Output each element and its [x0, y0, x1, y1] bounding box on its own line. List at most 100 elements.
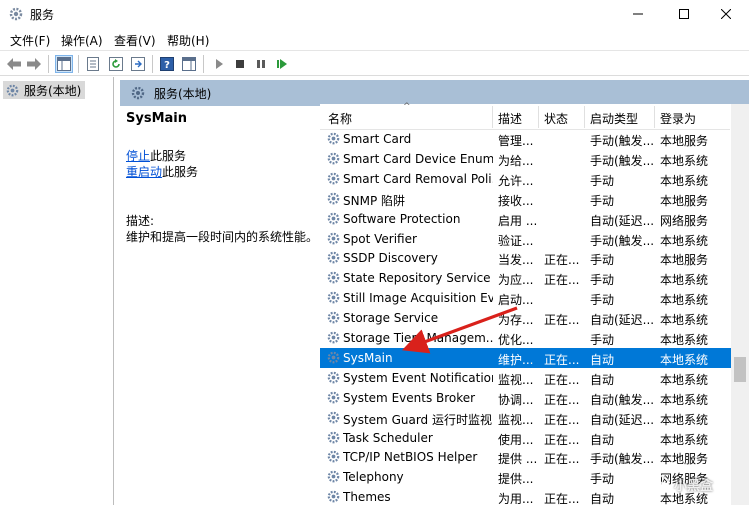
service-description-pane: SysMain 停止此服务 重启动此服务 描述: 维护和提高一段时间内的系统性能… — [120, 106, 318, 505]
service-gear-icon — [326, 171, 341, 186]
service-gear-icon — [326, 350, 341, 365]
service-description-cell: 管理... — [498, 134, 534, 148]
service-logon-cell: 本地系统 — [660, 392, 709, 407]
svg-text:?: ? — [164, 60, 170, 71]
service-row[interactable]: SysMain 维护... 正在... 自动 本地系统 — [320, 347, 732, 368]
service-logon-cell: 本地系统 — [660, 293, 709, 308]
service-name-cell: Storage Service — [343, 311, 439, 326]
stop-service-action: 停止此服务 — [126, 147, 186, 164]
service-startup-cell: 手动 — [590, 333, 615, 347]
watermark-text: 小黑盒 — [674, 479, 714, 494]
service-row[interactable]: Storage Service 为存... 正在... 自动(延迟... 本地系统 — [320, 308, 732, 328]
tree-item-services-local[interactable]: 服务(本地) — [3, 81, 86, 99]
service-logon-cell: 本地系统 — [660, 333, 709, 347]
service-row[interactable]: System Guard 运行时监视... 监视... 正在... 自动(延迟... 本… — [320, 408, 732, 428]
properties-button[interactable] — [84, 55, 102, 73]
scrollbar-thumb[interactable] — [734, 357, 746, 382]
service-gear-icon — [326, 191, 341, 206]
stop-service-link[interactable]: 停止 — [126, 149, 150, 163]
service-startup-cell: 自动(延迟... — [590, 213, 655, 228]
selected-service-name: SysMain — [126, 111, 187, 126]
service-row[interactable]: State Repository Service 为应... 正在... 手动 本地系统 — [320, 268, 732, 288]
column-header-startup-type[interactable]: 启动类型 — [590, 110, 638, 127]
pause-service-button[interactable] — [252, 55, 270, 73]
service-row[interactable]: System Event Notification... 监视... 正在... 自动… — [320, 368, 732, 388]
column-divider[interactable] — [654, 106, 655, 128]
list-header: ^ 名称 描述 状态 启动类型 登录为 — [320, 102, 730, 130]
help-button[interactable]: ? — [158, 55, 176, 73]
service-status-cell: 正在... — [544, 352, 580, 367]
column-header-status[interactable]: 状态 — [544, 110, 568, 127]
maximize-button[interactable] — [661, 0, 707, 28]
minimize-icon — [633, 13, 643, 15]
pause-icon — [257, 60, 265, 68]
minimize-button[interactable] — [615, 0, 661, 28]
back-button[interactable] — [5, 55, 23, 73]
column-divider[interactable] — [584, 106, 585, 128]
service-row[interactable]: Smart Card Device Enum... 为给... 手动(触发... 本地… — [320, 149, 732, 169]
column-header-logon-as[interactable]: 登录为 — [660, 110, 696, 127]
export-list-icon — [131, 57, 145, 71]
service-row[interactable]: Smart Card 管理... 手动(触发... 本地服务 — [320, 129, 732, 149]
service-logon-cell: 本地服务 — [660, 452, 709, 467]
service-gear-icon — [326, 390, 341, 405]
toolbar-separator — [48, 55, 49, 73]
service-row[interactable]: Smart Card Removal Poli... 允许... 手动 本地系统 — [320, 169, 732, 189]
menu-view[interactable]: 查看(V) — [111, 31, 159, 50]
service-name-cell: Storage Tiers Managem... — [343, 331, 493, 345]
restart-service-button[interactable] — [273, 55, 291, 73]
service-row[interactable]: Software Protection 启用 ... 自动(延迟... 网络服务 — [320, 209, 732, 229]
services-gear-icon — [6, 84, 19, 96]
service-startup-cell: 手动 — [590, 173, 615, 188]
service-description-cell: 提供 ... — [498, 452, 538, 467]
column-header-description[interactable]: 描述 — [498, 110, 522, 127]
service-row[interactable]: SNMP 陷阱 接收... 手动 本地服务 — [320, 189, 732, 209]
column-divider[interactable] — [538, 106, 539, 128]
service-row[interactable]: Still Image Acquisition Ev... 启动... 手动 本地系统 — [320, 288, 732, 308]
service-startup-cell: 手动 — [590, 273, 615, 288]
export-list-button[interactable] — [129, 55, 147, 73]
service-startup-cell: 自动 — [590, 432, 615, 447]
service-gear-icon — [326, 410, 341, 425]
service-row[interactable]: SSDP Discovery 当发... 正在... 手动 本地服务 — [320, 248, 732, 268]
show-console-tree-button[interactable] — [55, 55, 73, 73]
service-row[interactable]: TCP/IP NetBIOS Helper 提供 ... 正在... 手动(触发...… — [320, 447, 732, 467]
restart-service-link[interactable]: 重启动 — [126, 165, 162, 179]
title-bar: 服务 — [0, 0, 749, 28]
close-button[interactable] — [703, 0, 749, 28]
service-description-cell: 使用... — [498, 432, 534, 447]
service-status-cell: 正在... — [544, 412, 580, 427]
column-header-name[interactable]: 名称 — [328, 110, 352, 127]
start-service-button[interactable] — [210, 55, 228, 73]
service-row[interactable]: Task Scheduler 使用... 正在... 自动 本地系统 — [320, 428, 732, 448]
service-description-cell: 当发... — [498, 253, 534, 268]
service-gear-icon — [326, 449, 341, 464]
menu-help[interactable]: 帮助(H) — [164, 31, 212, 50]
vertical-scrollbar[interactable] — [731, 104, 749, 505]
service-row[interactable]: Storage Tiers Managem... 优化... 手动 本地系统 — [320, 328, 732, 348]
stop-service-button[interactable] — [231, 55, 249, 73]
service-logon-cell: 本地系统 — [660, 352, 709, 367]
service-description-cell: 启动... — [498, 293, 534, 308]
service-description-cell: 启用 ... — [498, 213, 538, 228]
service-description-cell: 监视... — [498, 412, 534, 427]
service-name-cell: Smart Card Device Enum... — [343, 151, 493, 166]
column-divider[interactable] — [492, 106, 493, 128]
help-icon: ? — [160, 57, 174, 71]
service-row[interactable]: Spot Verifier 验证... 手动(触发... 本地系统 — [320, 229, 732, 249]
menu-action[interactable]: 操作(A) — [58, 31, 106, 50]
forward-button[interactable] — [25, 55, 43, 73]
refresh-button[interactable] — [107, 55, 125, 73]
menu-bar: 文件(F) 操作(A) 查看(V) 帮助(H) — [0, 28, 749, 50]
service-name-cell: SNMP 陷阱 — [343, 193, 405, 208]
menu-file[interactable]: 文件(F) — [7, 31, 53, 50]
show-action-pane-button[interactable] — [180, 55, 198, 73]
service-startup-cell: 手动 — [590, 193, 615, 208]
service-name-cell: Themes — [343, 490, 391, 505]
service-startup-cell: 手动(触发... — [590, 153, 655, 168]
console-tree-icon — [57, 57, 71, 71]
service-logon-cell: 本地系统 — [660, 273, 709, 288]
service-logon-cell: 网络服务 — [660, 213, 709, 228]
service-name-cell: Software Protection — [343, 211, 461, 226]
service-row[interactable]: System Events Broker 协调... 正在... 自动(触发... 本地… — [320, 388, 732, 408]
